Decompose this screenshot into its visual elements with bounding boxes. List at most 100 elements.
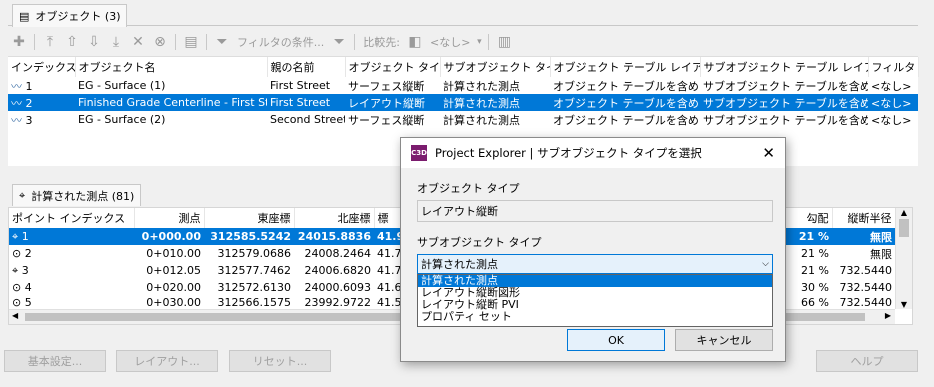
column-header[interactable]: 東座標 <box>204 208 295 228</box>
column-header[interactable]: インデックス <box>8 57 76 77</box>
object-table-layout[interactable]: オブジェクト テーブルを含める <box>550 94 700 111</box>
add-icon[interactable]: ✚ <box>8 32 30 52</box>
clear-filter-icon[interactable]: ⏷ <box>328 32 350 52</box>
column-header[interactable]: 北座標 <box>294 208 375 228</box>
column-header[interactable]: 縦断半径 <box>832 208 896 228</box>
subobject-type-select[interactable]: 計算された測点 ⌵ <box>417 254 773 274</box>
chevron-down-icon[interactable]: ▾ <box>474 32 484 52</box>
parent-name: First Street <box>270 79 331 92</box>
cancel-button[interactable]: キャンセル <box>675 329 773 351</box>
profile-radius: 732.5440 <box>839 296 893 309</box>
station: 0+000.00 <box>134 228 204 245</box>
object-type: レイアウト縦断 <box>345 94 440 111</box>
filter-cell[interactable]: <なし> <box>868 77 918 94</box>
ok-button[interactable]: OK <box>567 329 665 351</box>
scroll-right-icon[interactable]: ▶ <box>885 311 891 320</box>
chevron-down-icon[interactable]: ⌵ <box>762 259 769 269</box>
subobject-table-layout[interactable]: サブオブジェクト テーブルを含める <box>700 77 868 94</box>
close-icon[interactable]: ✕ <box>762 144 775 162</box>
filter-icon[interactable]: ⏷ <box>211 32 233 52</box>
list-icon[interactable]: ▤ <box>180 32 202 52</box>
subobject-table-layout[interactable]: サブオブジェクト テーブルを含める <box>700 94 868 111</box>
tab-points[interactable]: ⌖ 計算された測点 (81) <box>12 184 142 206</box>
subobject-type[interactable]: 計算された測点 <box>440 94 550 111</box>
move-bottom-icon[interactable]: ⤓ <box>105 32 127 52</box>
toolbar-separator <box>206 34 207 50</box>
object-name: EG - Surface (1) <box>78 79 166 92</box>
column-header[interactable]: オブジェクト タイプ <box>345 57 441 77</box>
station-marker-icon: ⊙ <box>12 296 22 309</box>
delete-icon[interactable]: ✕ <box>127 32 149 52</box>
toolbar-separator <box>175 34 176 50</box>
tab-objects-label: オブジェクト (3) <box>35 10 121 23</box>
object-table-layout[interactable]: オブジェクト テーブルを含める <box>550 77 700 94</box>
point-icon: ⌖ <box>19 188 26 202</box>
table-row[interactable]: 〰 3 EG - Surface (2) Second Street サーフェス… <box>8 111 918 128</box>
object-type: サーフェス縦断 <box>348 113 425 127</box>
objects-grid-header: インデックス オブジェクト名 親の名前 オブジェクト タイプ サブオブジェクト … <box>8 57 919 77</box>
profile-icon: 〰 <box>11 113 22 127</box>
northing: 24008.2464 <box>304 247 371 260</box>
profile-icon: 〰 <box>11 96 22 110</box>
column-header[interactable]: ポイント インデックス <box>9 208 135 228</box>
object-type-field: レイアウト縦断 <box>417 200 773 222</box>
station-marker-icon: ⊙ <box>12 281 22 294</box>
subobject-type-selected: 計算された測点 <box>421 258 498 271</box>
profile-radius: 732.5440 <box>839 281 893 294</box>
layout-button[interactable]: レイアウト... <box>116 350 218 372</box>
dialog-title: Project Explorer | サブオブジェクト タイプを選択 <box>435 146 702 160</box>
move-up-icon[interactable]: ⇧ <box>61 32 83 52</box>
parent-name: First Street <box>267 94 345 111</box>
dropdown-option[interactable]: プロパティ セット <box>418 311 772 323</box>
scroll-up-icon[interactable]: ▲ <box>896 208 912 217</box>
compare-dropdown[interactable]: <なし> <box>430 34 470 50</box>
northing: 24015.8836 <box>294 228 374 245</box>
help-button[interactable]: ヘルプ <box>816 350 918 372</box>
easting: 312566.1575 <box>217 296 291 309</box>
row-index: 2 <box>25 96 33 110</box>
compare-label: 比較先: <box>363 36 400 49</box>
subobject-type[interactable]: 計算された測点 <box>440 77 550 94</box>
parent-name: Second Street <box>270 113 345 126</box>
profile-radius: 732.5440 <box>839 264 893 277</box>
toolbar-separator <box>354 34 356 50</box>
columns-icon[interactable]: ▥ <box>493 32 515 52</box>
column-header[interactable]: サブオブジェクト テーブル レイアウト <box>700 57 869 77</box>
table-row[interactable]: 〰 1 EG - Surface (1) First Street サーフェス縦… <box>8 77 918 94</box>
filter-cell[interactable]: <なし> <box>868 111 918 128</box>
table-row[interactable]: 〰 2 Finished Grade Centerline - First St… <box>8 94 918 111</box>
column-header[interactable]: オブジェクト テーブル レイアウト <box>550 57 701 77</box>
object-name: Finished Grade Centerline - First Street <box>75 94 267 111</box>
column-header[interactable]: サブオブジェクト タイプ <box>440 57 551 77</box>
reset-button[interactable]: リセット... <box>229 350 331 372</box>
column-header[interactable]: 親の名前 <box>267 57 346 77</box>
filter-cell[interactable]: <なし> <box>868 94 918 111</box>
scroll-left-icon[interactable]: ◀ <box>12 311 18 320</box>
tab-objects[interactable]: ▤ オブジェクト (3) <box>12 4 128 27</box>
subobject-table-layout[interactable]: サブオブジェクト テーブルを含める <box>700 111 868 128</box>
remove-all-icon[interactable]: ⊗ <box>149 32 171 52</box>
move-down-icon[interactable]: ⇩ <box>83 32 105 52</box>
profile-icon: 〰 <box>11 79 22 93</box>
move-top-icon[interactable]: ⤒ <box>39 32 61 52</box>
easting: 312572.6130 <box>217 281 291 294</box>
column-header[interactable]: 測点 <box>134 208 205 228</box>
column-header[interactable]: オブジェクト名 <box>75 57 268 77</box>
toolbar-separator <box>488 34 490 50</box>
station: 0+020.00 <box>146 281 201 294</box>
easting: 312579.0686 <box>217 247 291 260</box>
compare-object-icon: ◧ <box>408 34 422 50</box>
station-marker-icon: ⌖ <box>12 229 19 243</box>
object-type: サーフェス縦断 <box>348 79 425 93</box>
northing: 23992.9722 <box>304 296 371 309</box>
subobject-type[interactable]: 計算された測点 <box>440 111 550 128</box>
object-table-layout[interactable]: オブジェクト テーブルを含める <box>550 111 700 128</box>
column-header[interactable]: フィルタ <box>868 57 919 77</box>
scroll-down-icon[interactable]: ▼ <box>896 300 912 309</box>
scroll-thumb[interactable] <box>899 219 909 237</box>
vertical-scrollbar[interactable]: ▲ ▼ <box>895 208 912 309</box>
filter-button[interactable]: フィルタの条件... <box>237 34 324 50</box>
point-index: 2 <box>24 247 32 260</box>
basic-settings-button[interactable]: 基本設定... <box>4 350 106 372</box>
point-index: 1 <box>21 229 29 243</box>
